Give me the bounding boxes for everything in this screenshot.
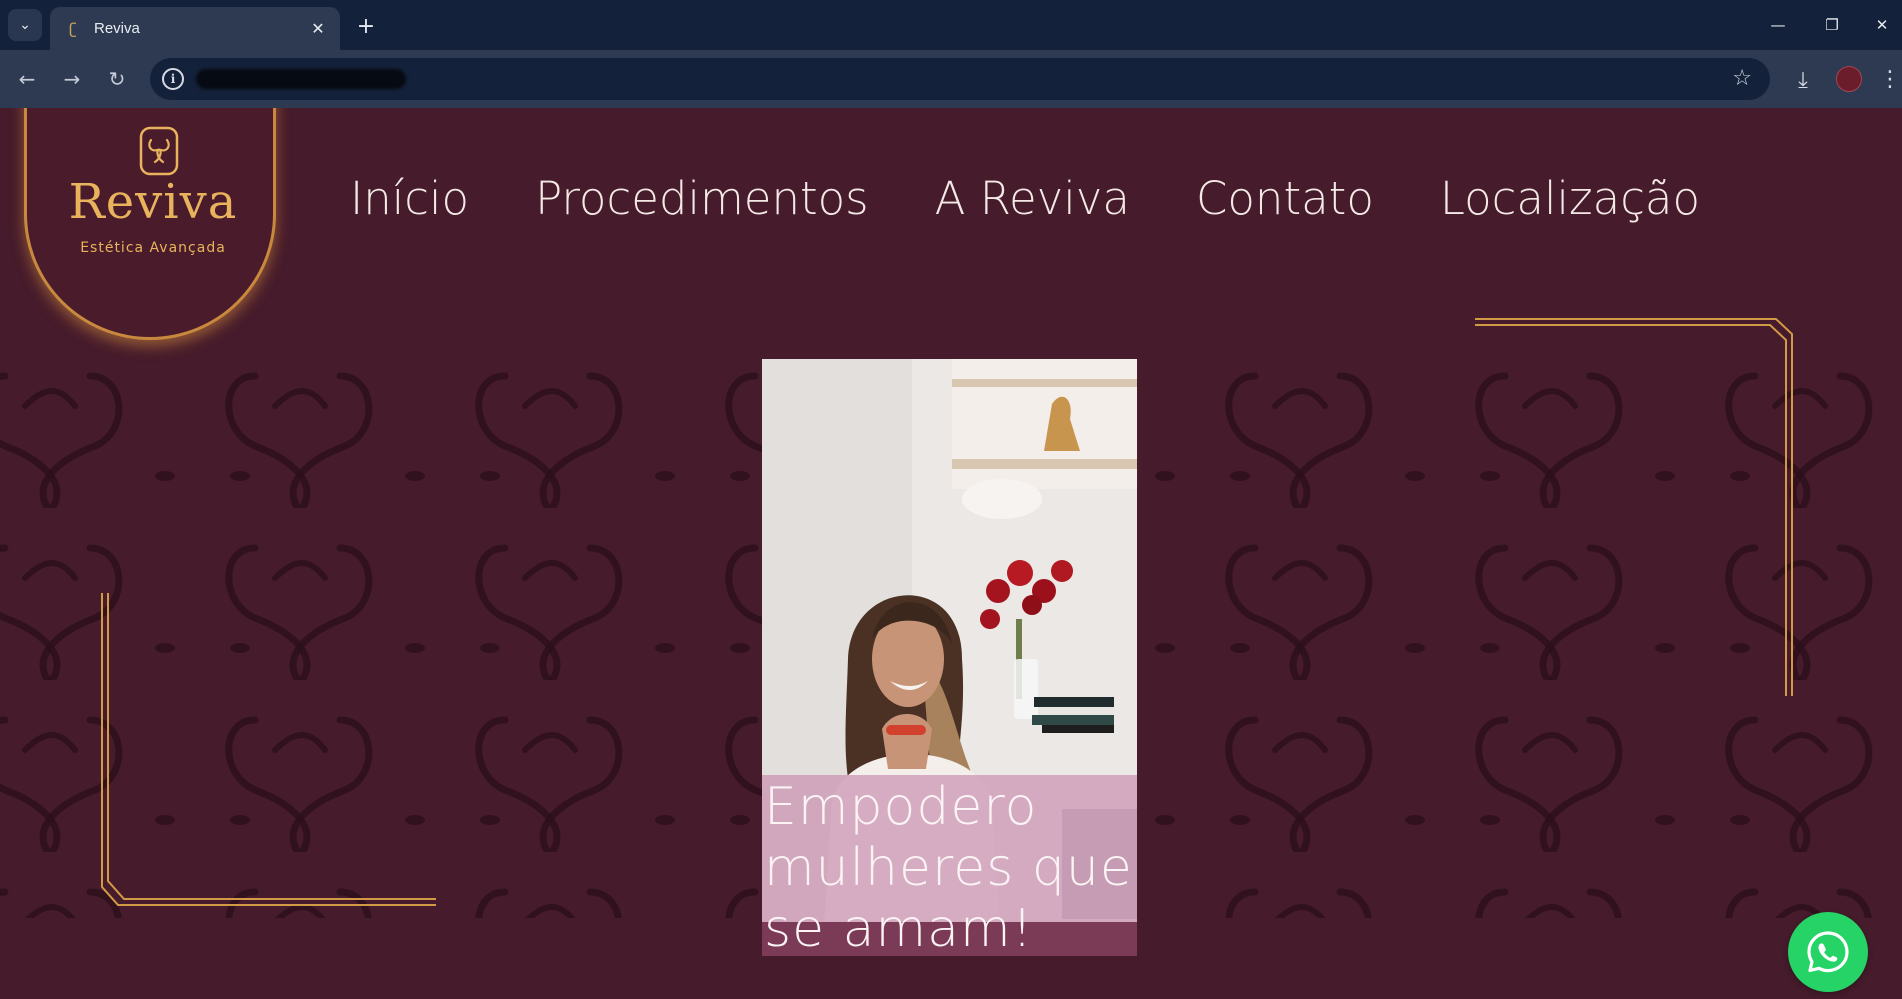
hero-caption: Empodero mulheres que se amam!	[764, 777, 1136, 956]
hero-card: Empodero mulheres que se amam!	[762, 359, 1137, 956]
plus-icon: +	[356, 13, 376, 39]
restore-button[interactable]: ❐	[1812, 10, 1852, 40]
menu-button[interactable]: ⋮	[1879, 64, 1901, 94]
restore-icon: ❐	[1825, 16, 1839, 34]
nav-item-contato[interactable]: Contato	[1196, 168, 1374, 230]
nav-item-inicio[interactable]: Início	[350, 168, 469, 230]
whatsapp-button[interactable]	[1788, 912, 1868, 992]
hero-caption-line-2: mulheres que	[764, 838, 1133, 898]
browser-tab-bar: ⌄ ʗ Reviva ✕ + — ❐ ✕	[0, 0, 1902, 50]
browser-toolbar: ← → ↻ i ☆	[0, 50, 1902, 108]
hero-caption-line-1: Empodero	[764, 777, 1038, 837]
browser-tab[interactable]: ʗ Reviva ✕	[50, 7, 340, 50]
kebab-menu-icon: ⋮	[1879, 66, 1901, 92]
main-navigation: Início Procedimentos A Reviva Contato Lo…	[350, 168, 1766, 230]
logo-name: Reviva	[68, 174, 238, 230]
reload-button[interactable]: ↻	[102, 64, 132, 94]
close-window-icon: ✕	[1875, 16, 1889, 34]
back-button[interactable]: ←	[12, 64, 42, 94]
close-icon: ✕	[311, 19, 325, 38]
nav-item-localizacao[interactable]: Localização	[1440, 168, 1700, 230]
forward-icon: →	[63, 67, 81, 91]
decorative-frame-bottom-left	[101, 593, 436, 906]
star-icon[interactable]: ☆	[1732, 66, 1752, 91]
new-tab-button[interactable]: +	[352, 12, 380, 40]
minimize-button[interactable]: —	[1758, 10, 1798, 40]
site-info-icon[interactable]: i	[162, 68, 184, 90]
page-viewport: Reviva Estética Avançada Início Procedim…	[0, 108, 1902, 999]
reviva-favicon-icon: ʗ	[69, 19, 77, 38]
nav-item-a-reviva[interactable]: A Reviva	[935, 168, 1130, 230]
nav-item-procedimentos[interactable]: Procedimentos	[535, 168, 869, 230]
address-bar[interactable]: i ☆	[150, 58, 1770, 100]
logo-tagline: Estética Avançada	[80, 240, 226, 256]
close-window-button[interactable]: ✕	[1862, 10, 1902, 40]
tab-close-button[interactable]: ✕	[306, 17, 330, 41]
back-icon: ←	[18, 67, 36, 91]
download-button[interactable]: ⤓	[1788, 65, 1818, 95]
download-icon: ⤓	[1798, 67, 1808, 93]
whatsapp-icon	[1807, 931, 1849, 973]
forward-button[interactable]: →	[57, 64, 87, 94]
decorative-frame-top-right	[1475, 318, 1793, 696]
chevron-down-icon: ⌄	[19, 17, 31, 33]
tab-title: Reviva	[94, 20, 140, 37]
reviva-logo-icon	[139, 126, 179, 176]
tab-list-button[interactable]: ⌄	[8, 9, 42, 41]
profile-avatar[interactable]	[1836, 66, 1862, 92]
redacted-url	[196, 69, 406, 89]
minimize-icon: —	[1770, 16, 1786, 34]
hero-caption-line-3: se amam!	[764, 899, 1034, 956]
reload-icon: ↻	[108, 67, 126, 91]
